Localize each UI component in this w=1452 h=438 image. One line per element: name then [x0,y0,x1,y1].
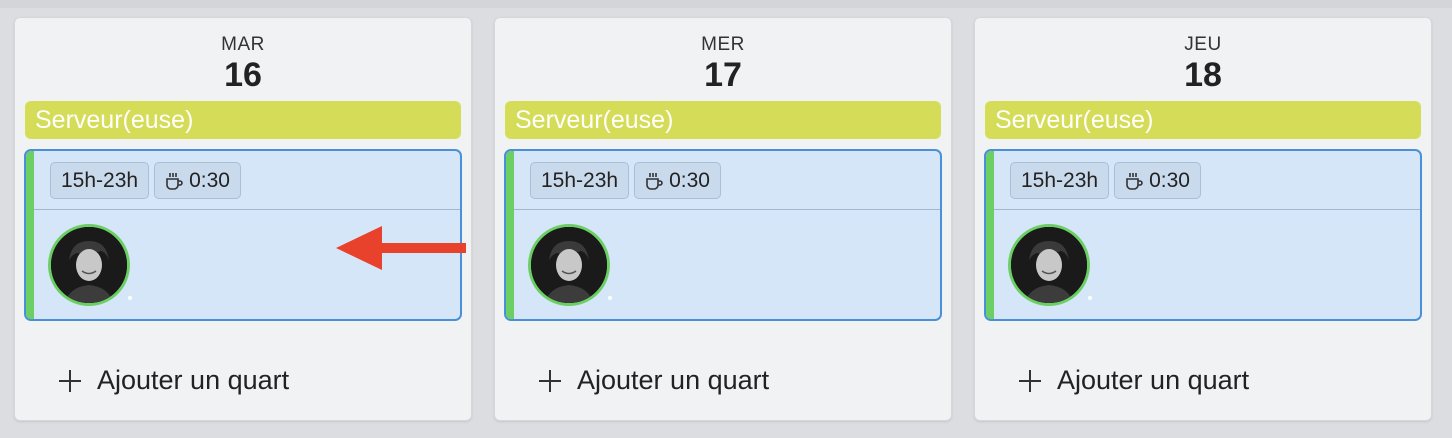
day-name: MER [701,34,745,55]
top-strip [0,0,1452,8]
shift-time-label: 15h-23h [541,169,619,192]
add-shift-label: Ajouter un quart [577,365,770,395]
avatar[interactable] [1008,224,1090,306]
shift-accent [506,151,514,319]
add-shift-button[interactable]: Ajouter un quart [1019,365,1249,396]
shift-divider [34,209,460,210]
coffee-cup-icon [646,172,663,190]
status-dot [1088,296,1092,300]
shift-time-label: 15h-23h [61,169,139,192]
add-shift-label: Ajouter un quart [97,365,290,395]
shift-tags: 15h-23h 0:30 [1010,162,1201,199]
break-time-label: 0:30 [669,169,710,192]
shift-divider [514,209,940,210]
coffee-cup-icon [1126,172,1143,190]
day-number: 17 [704,56,742,94]
plus-icon [59,369,81,392]
day-name: MAR [221,34,265,55]
status-dot [128,296,132,300]
annotation-arrow-icon [336,226,466,270]
day-column-tue: MAR 16 Serveur(euse) 15h-23h 0:30 Ajoute… [14,17,472,421]
shift-card[interactable]: 15h-23h 0:30 [504,149,942,321]
avatar[interactable] [48,224,130,306]
shift-time-label: 15h-23h [1021,169,1099,192]
plus-icon [539,369,561,392]
add-shift-button[interactable]: Ajouter un quart [59,365,289,396]
shift-tags: 15h-23h 0:30 [530,162,721,199]
shift-time-tag[interactable]: 15h-23h [50,162,150,199]
role-bar[interactable]: Serveur(euse) [505,101,941,139]
break-time-label: 0:30 [189,169,230,192]
break-tag[interactable]: 0:30 [154,162,241,199]
day-column-wed: MER 17 Serveur(euse) 15h-23h 0:30 Ajoute… [494,17,952,421]
shift-time-tag[interactable]: 15h-23h [530,162,630,199]
status-dot [608,296,612,300]
add-shift-button[interactable]: Ajouter un quart [539,365,769,396]
day-number: 16 [224,56,262,94]
day-column-thu: JEU 18 Serveur(euse) 15h-23h 0:30 Ajoute… [974,17,1432,421]
day-name: JEU [1184,34,1222,55]
break-tag[interactable]: 0:30 [1114,162,1201,199]
break-time-label: 0:30 [1149,169,1190,192]
shift-accent [26,151,34,319]
role-bar[interactable]: Serveur(euse) [25,101,461,139]
day-number: 18 [1184,56,1222,94]
shift-accent [986,151,994,319]
coffee-cup-icon [166,172,183,190]
role-bar[interactable]: Serveur(euse) [985,101,1421,139]
add-shift-label: Ajouter un quart [1057,365,1250,395]
avatar[interactable] [528,224,610,306]
break-tag[interactable]: 0:30 [634,162,721,199]
shift-divider [994,209,1420,210]
shift-time-tag[interactable]: 15h-23h [1010,162,1110,199]
shift-tags: 15h-23h 0:30 [50,162,241,199]
shift-card[interactable]: 15h-23h 0:30 [984,149,1422,321]
plus-icon [1019,369,1041,392]
